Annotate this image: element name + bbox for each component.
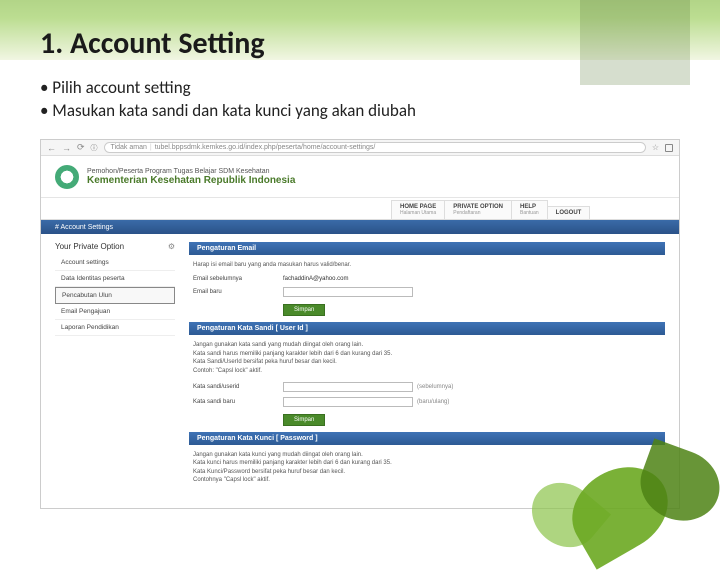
address-bar[interactable]: Tidak aman | tubel.bppsdmk.kemkes.go.id/…	[104, 142, 646, 153]
sandi-old-input[interactable]	[283, 382, 413, 392]
security-text: Tidak aman	[111, 144, 147, 151]
extension-icon[interactable]	[665, 144, 673, 152]
sidebar-item-identitas[interactable]: Data Identitas peserta	[55, 271, 175, 287]
site-header-text: Pemohon/Peserta Program Tugas Belajar SD…	[87, 168, 295, 186]
header-subtitle: Pemohon/Peserta Program Tugas Belajar SD…	[87, 168, 295, 175]
section-kunci-desc: Jangan gunakan kata kunci yang mudah dii…	[189, 449, 665, 487]
bullet-item: • Masukan kata sandi dan kata kunci yang…	[40, 100, 680, 121]
browser-toolbar: ← → ⟳ ⓘ Tidak aman | tubel.bppsdmk.kemke…	[41, 140, 679, 156]
embedded-browser-screenshot: ← → ⟳ ⓘ Tidak aman | tubel.bppsdmk.kemke…	[40, 139, 680, 509]
slide-title: 1. Account Setting	[0, 0, 720, 67]
sidebar-item-laporan[interactable]: Laporan Pendidikan	[55, 320, 175, 336]
row-email-new: Email baru	[189, 286, 665, 298]
reload-icon[interactable]: ⟳	[77, 142, 85, 153]
row-sandi-new: Kata sandi baru (baru/ulang)	[189, 396, 665, 408]
breadcrumb-banner: # Account Settings	[41, 220, 679, 234]
email-previous-value: fachaddinA@yahoo.com	[283, 276, 348, 282]
url-text: tubel.bppsdmk.kemkes.go.id/index.php/pes…	[155, 144, 376, 151]
slide-bullets: • Pilih account setting • Masukan kata s…	[0, 67, 720, 133]
forward-icon[interactable]: →	[62, 143, 71, 153]
main-content: Pengaturan Email Harap isi email baru ya…	[189, 242, 665, 491]
security-indicator: ⓘ	[91, 143, 98, 153]
tab-help[interactable]: HELPBantuan	[511, 200, 548, 219]
save-sandi-button[interactable]: Simpan	[283, 414, 325, 426]
kemenkes-logo	[55, 165, 79, 189]
header-title: Kementerian Kesehatan Republik Indonesia	[87, 175, 295, 186]
section-sandi-desc: Jangan gunakan kata sandi yang mudah dii…	[189, 339, 665, 377]
site-header: Pemohon/Peserta Program Tugas Belajar SD…	[41, 156, 679, 198]
section-email-header: Pengaturan Email	[189, 242, 665, 255]
row-sandi-old: Kata sandi/userid (sebelumnya)	[189, 381, 665, 393]
section-email-desc: Harap isi email baru yang anda masukan h…	[189, 259, 665, 271]
gear-icon[interactable]: ⚙	[168, 242, 175, 251]
section-sandi-header: Pengaturan Kata Sandi [ User Id ]	[189, 322, 665, 335]
sidebar-item-pencabutan[interactable]: Pencabutan Ulun	[55, 287, 175, 304]
bookmark-icon[interactable]: ☆	[652, 143, 659, 152]
section-kunci-header: Pengaturan Kata Kunci [ Password ]	[189, 432, 665, 445]
save-email-button[interactable]: Simpan	[283, 304, 325, 316]
back-icon[interactable]: ←	[47, 143, 56, 153]
sidebar: Your Private Option ⚙ Account settings D…	[55, 242, 175, 491]
sidebar-item-account-settings[interactable]: Account settings	[55, 255, 175, 271]
sidebar-item-email-pengajuan[interactable]: Email Pengajuan	[55, 304, 175, 320]
breadcrumb: # Account Settings	[55, 224, 113, 231]
email-new-input[interactable]	[283, 287, 413, 297]
bullet-item: • Pilih account setting	[40, 77, 680, 98]
sandi-new-input[interactable]	[283, 397, 413, 407]
tab-private-option[interactable]: PRIVATE OPTIONPendaftaran	[444, 200, 512, 219]
sidebar-title: Your Private Option ⚙	[55, 242, 175, 251]
tab-logout[interactable]: LOGOUT	[547, 206, 591, 219]
tab-home[interactable]: HOME PAGEHalaman Utama	[391, 200, 445, 219]
nav-tabs: HOME PAGEHalaman Utama PRIVATE OPTIONPen…	[41, 198, 679, 220]
row-email-prev: Email sebelumnya fachaddinA@yahoo.com	[189, 275, 665, 283]
